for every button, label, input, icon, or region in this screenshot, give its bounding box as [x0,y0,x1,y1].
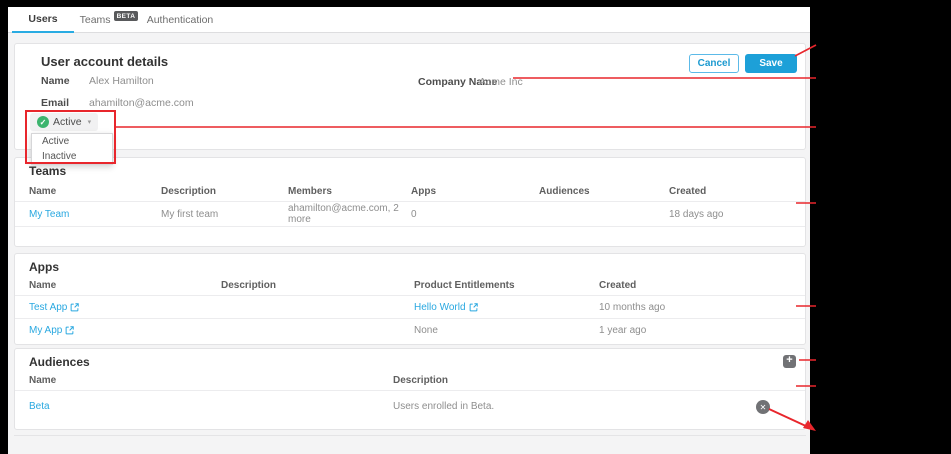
tab-users[interactable]: Users [12,7,74,33]
teams-table: Name Description Members Apps Audiences … [15,182,805,227]
column-header: Name [29,280,57,291]
team-name-link[interactable]: My Team [29,209,69,220]
column-header: Members [288,186,332,197]
save-button[interactable]: Save [745,54,797,73]
column-header: Audiences [539,186,590,197]
audiences-table-header: Name Description [15,371,805,391]
table-row: My App None 1 year ago [15,319,805,342]
table-row: Test App Hello World 10 months ago [15,296,805,319]
external-link-icon [70,302,80,311]
column-header: Product Entitlements [414,280,515,291]
teams-table-header: Name Description Members Apps Audiences … [15,182,805,202]
external-link-icon [469,302,478,311]
app-name-link[interactable]: Test App [29,302,80,313]
chevron-down-icon: ▾ [87,119,92,126]
audiences-section-title: Audiences [29,355,90,369]
page-title: User account details [41,54,169,69]
tab-authentication-label: Authentication [146,14,214,26]
team-created: 18 days ago [669,208,724,220]
name-value: Alex Hamilton [89,75,154,87]
table-row: My Team My first team ahamilton@acme.com… [15,202,805,227]
entitlement-value: None [414,325,438,336]
column-header: Description [161,186,217,197]
app-created: 10 months ago [599,301,666,313]
status-option-active[interactable]: Active [32,134,112,149]
column-header: Name [29,375,57,386]
status-dropdown[interactable]: ✓ Active ▾ [30,113,99,131]
column-header: Created [669,186,707,197]
apps-table: Name Description Product Entitlements Cr… [15,276,805,342]
add-audience-button[interactable]: + [783,355,796,368]
teams-card: Teams Name Description Members Apps Audi… [14,157,806,247]
status-dropdown-menu: Active Inactive [31,133,113,165]
tab-users-label: Users [28,13,58,25]
audience-name-link[interactable]: Beta [29,401,50,412]
email-label: Email [41,97,70,109]
email-value: ahamilton@acme.com [89,97,194,109]
team-description: My first team [161,208,219,220]
app-created: 1 year ago [599,325,647,336]
teams-section-title: Teams [29,164,67,178]
apps-table-header: Name Description Product Entitlements Cr… [15,276,805,296]
section-divider [14,435,806,436]
name-label: Name [41,75,70,87]
company-name-value: Acme Inc [479,76,523,88]
entitlement-link[interactable]: Hello World [414,302,478,313]
column-header: Name [29,186,57,197]
column-header: Description [221,280,277,291]
column-header: Apps [411,186,436,197]
tab-teams[interactable]: Teams BETA [79,7,139,33]
team-members: ahamilton@acme.com, 2 more [288,203,399,225]
audience-description: Users enrolled in Beta. [393,400,495,412]
audiences-card: Audiences + Name Description Beta Users … [14,348,806,430]
beta-badge: BETA [113,11,139,21]
status-selected-value: Active [53,116,82,128]
app-window: Users Teams BETA Authentication User acc… [8,7,810,454]
external-link-icon [65,326,75,335]
user-account-details-card: User account details Cancel Save Name Al… [14,43,806,165]
team-apps-count: 0 [411,208,417,220]
remove-audience-button[interactable]: ✕ [756,400,770,414]
tab-teams-label: Teams [79,14,111,26]
table-row: Beta Users enrolled in Beta. [15,391,805,421]
cancel-button[interactable]: Cancel [689,54,739,73]
tab-authentication[interactable]: Authentication [144,7,216,33]
tab-bar: Users Teams BETA Authentication [8,7,810,33]
apps-card: Apps Name Description Product Entitlemen… [14,253,806,345]
status-option-inactive[interactable]: Inactive [32,149,112,164]
column-header: Created [599,280,637,291]
check-circle-icon: ✓ [37,116,49,128]
app-name-link[interactable]: My App [29,325,75,336]
column-header: Description [393,375,449,386]
apps-section-title: Apps [29,260,59,274]
audiences-table: Name Description Beta Users enrolled in … [15,371,805,421]
